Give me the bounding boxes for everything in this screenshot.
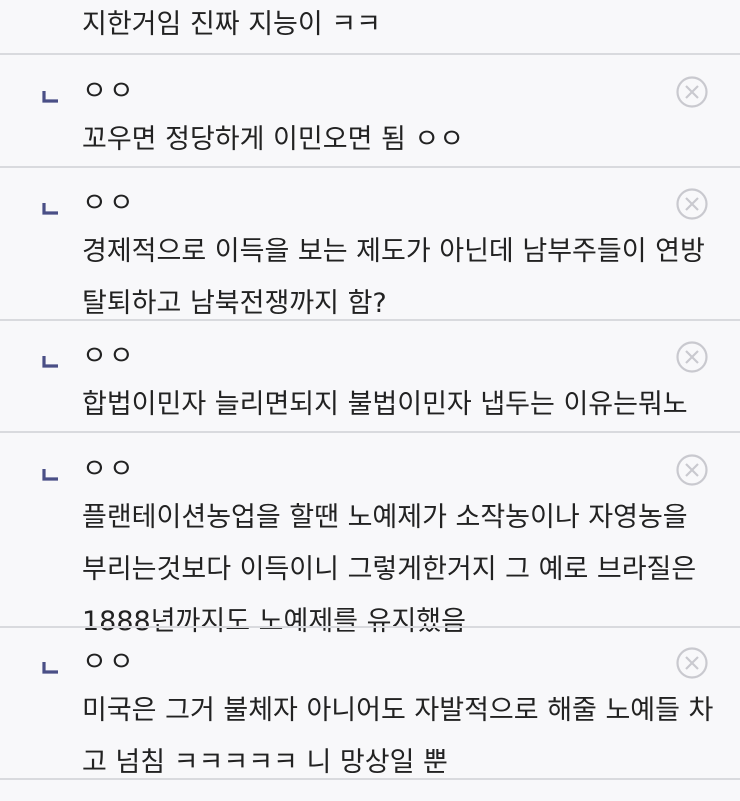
close-icon[interactable] [675, 646, 709, 680]
reply-text: 플랜테이션농업을 할땐 노예제가 소작농이나 자영농을 부리는것보다 이득이니 … [82, 502, 697, 637]
close-icon[interactable] [675, 187, 709, 221]
reply-arrow-icon [42, 203, 58, 215]
comment-text: 지한거임 진짜 지능이 ㅋㅋ [82, 9, 381, 40]
close-icon[interactable] [675, 340, 709, 374]
reply-text: 꼬우면 정당하게 이민오면 됨 ㅇㅇ [82, 124, 465, 155]
reply-author: ㅇㅇ [82, 647, 136, 678]
reply-item: ㅇㅇ 합법이민자 늘리면되지 불법이민자 냅두는 이유는뭐노 [0, 335, 740, 433]
reply-item: ㅇㅇ 경제적으로 이득을 보는 제도가 아닌데 남부주들이 연방 탈퇴하고 남북… [0, 182, 740, 319]
reply-text: 경제적으로 이득을 보는 제도가 아닌데 남부주들이 연방 탈퇴하고 남북전쟁까… [82, 236, 705, 319]
close-icon[interactable] [675, 75, 709, 109]
close-icon[interactable] [675, 453, 709, 487]
divider [0, 319, 740, 321]
divider [0, 778, 740, 780]
reply-author: ㅇㅇ [82, 188, 136, 219]
reply-text: 미국은 그거 불체자 아니어도 자발적으로 해줄 노예들 차 고 넘침 ㅋㅋㅋㅋ… [82, 695, 714, 778]
reply-author: ㅇㅇ [82, 341, 136, 372]
divider [0, 53, 740, 55]
reply-author: ㅇㅇ [82, 454, 136, 485]
reply-arrow-icon [42, 662, 58, 674]
reply-arrow-icon [42, 356, 58, 368]
reply-author: ㅇㅇ [82, 76, 136, 107]
comment-thread: 지한거임 진짜 지능이 ㅋㅋ ㅇㅇ 꼬우면 정당하게 이민오면 됨 ㅇㅇ ㅇㅇ … [0, 0, 740, 801]
reply-arrow-icon [42, 91, 58, 103]
reply-item: ㅇㅇ 미국은 그거 불체자 아니어도 자발적으로 해줄 노예들 차 고 넘침 ㅋ… [0, 641, 740, 781]
reply-text: 합법이민자 늘리면되지 불법이민자 냅두는 이유는뭐노 [82, 389, 688, 420]
divider [0, 626, 740, 628]
divider [0, 431, 740, 433]
reply-item: ㅇㅇ 꼬우면 정당하게 이민오면 됨 ㅇㅇ [0, 70, 740, 168]
reply-item: ㅇㅇ 플랜테이션농업을 할땐 노예제가 소작농이나 자영농을 부리는것보다 이득… [0, 448, 740, 637]
divider [0, 166, 740, 168]
reply-arrow-icon [42, 469, 58, 481]
